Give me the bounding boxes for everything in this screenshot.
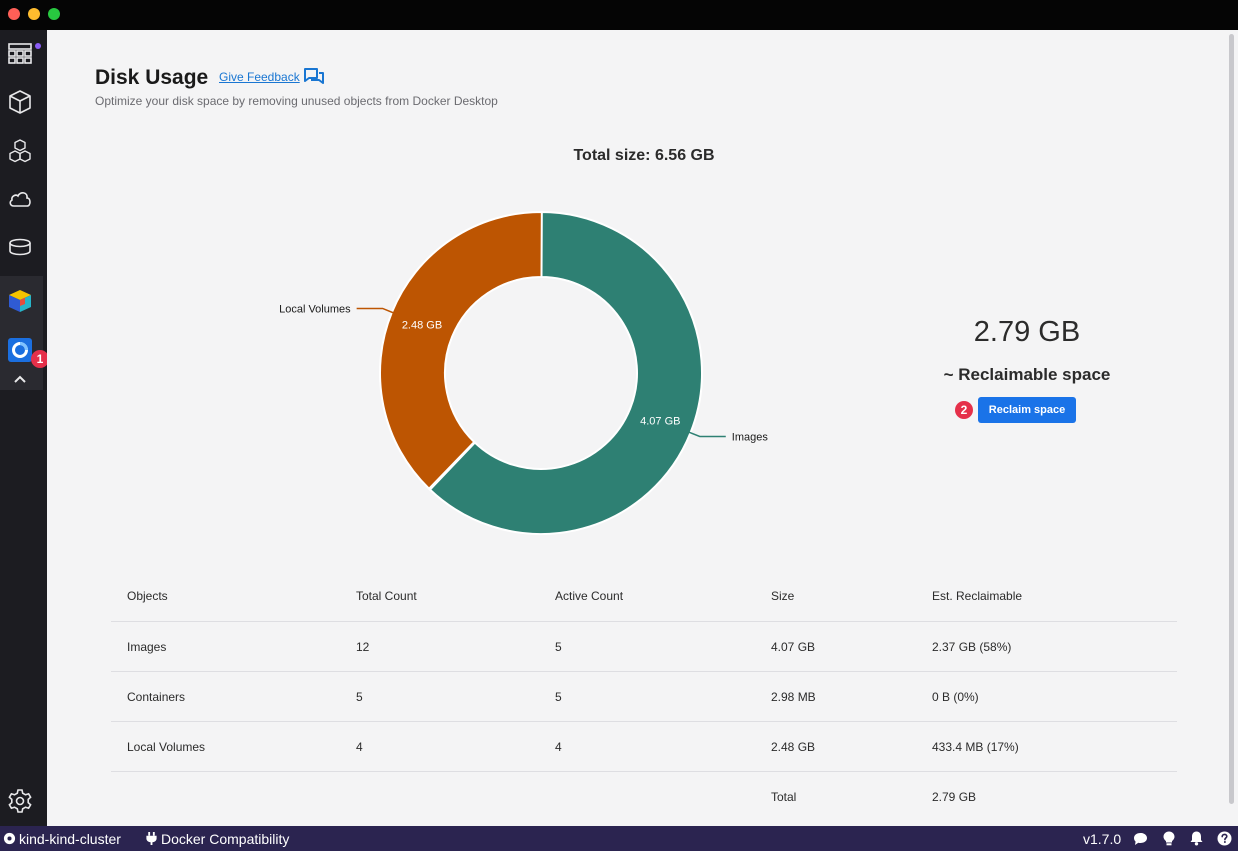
version-label: v1.7.0	[1083, 830, 1122, 847]
lightbulb-icon[interactable]	[1163, 826, 1175, 851]
reclaimable-amount: 2.79 GB	[973, 316, 1081, 348]
cell-object: Local Volumes	[127, 739, 206, 754]
table-row: Local Volumes 4 4 2.48 GB 433.4 MB (17%)	[111, 722, 1177, 772]
column-header-total-count: Total Count	[356, 588, 417, 603]
containers-icon[interactable]	[5, 87, 35, 117]
table-row: Containers 5 5 2.98 MB 0 B (0%)	[111, 672, 1177, 722]
cell-active-count: 5	[555, 639, 562, 654]
minimize-window-button[interactable]	[28, 8, 40, 20]
table-row: Images 12 5 4.07 GB 2.37 GB (58%)	[111, 622, 1177, 672]
chart-title: Total size: 6.56 GB	[573, 147, 715, 164]
give-feedback-link[interactable]: Give Feedback	[219, 70, 300, 84]
column-header-size: Size	[771, 588, 795, 603]
kubernetes-context[interactable]: kind-kind-cluster	[3, 826, 121, 851]
cell-active-count: 5	[555, 689, 562, 704]
title-bar	[0, 0, 1238, 30]
cell-total-count: 5	[356, 689, 363, 704]
donut-leader-line	[686, 430, 726, 438]
kubernetes-context-label: kind-kind-cluster	[19, 830, 121, 847]
cell-object: Containers	[127, 689, 186, 704]
docker-compatibility[interactable]: Docker Compatibility	[146, 826, 289, 851]
cell-size: 2.98 MB	[771, 689, 816, 704]
donut-value-label: 2.48 GB	[402, 320, 442, 332]
images-icon[interactable]	[5, 136, 35, 166]
volumes-icon[interactable]	[5, 232, 35, 262]
chat-icon[interactable]	[1133, 826, 1148, 851]
donut-slice-local-volumes[interactable]	[379, 211, 543, 491]
cell-total-count: 12	[356, 639, 370, 654]
disk-usage-donut-chart: 4.07 GB Images 2.48 GB Local Volumes	[279, 210, 769, 535]
plug-icon	[146, 832, 157, 845]
cell-active-count: 4	[555, 739, 562, 754]
docker-compatibility-label: Docker Compatibility	[161, 830, 290, 847]
notifications-bell-icon[interactable]	[1190, 826, 1203, 851]
total-value: 2.79 GB	[932, 790, 977, 804]
sidebar: 1	[0, 30, 49, 826]
cell-size: 4.07 GB	[771, 639, 816, 654]
cell-est-reclaimable: 0 B (0%)	[932, 689, 979, 704]
collapse-chevron-icon[interactable]	[5, 364, 35, 394]
disk-usage-table: Objects Total Count Active Count Size Es…	[111, 570, 1177, 822]
status-bar: kind-kind-cluster Docker Compatibility v…	[0, 826, 1238, 851]
settings-icon[interactable]	[5, 786, 35, 816]
help-icon[interactable]	[1217, 826, 1232, 851]
cloud-icon[interactable]	[5, 184, 35, 214]
column-header-est-reclaimable: Est. Reclaimable	[932, 588, 1023, 603]
dashboard-icon[interactable]	[5, 38, 35, 68]
reclaimable-label: ~ Reclaimable space	[943, 365, 1111, 384]
cell-total-count: 4	[356, 739, 363, 754]
reclaim-space-button[interactable]: Reclaim space	[978, 397, 1076, 423]
column-header-objects: Objects	[127, 588, 168, 603]
column-header-active-count: Active Count	[555, 588, 624, 603]
page-subtitle: Optimize your disk space by removing unu…	[95, 94, 498, 108]
table-total-row: Total 2.79 GB	[111, 772, 1177, 822]
cell-est-reclaimable: 2.37 GB (58%)	[932, 639, 1012, 654]
donut-leader-line	[356, 307, 396, 315]
donut-value-label: 4.07 GB	[640, 416, 680, 428]
notification-dot	[35, 43, 41, 49]
feedback-chat-icon[interactable]	[304, 68, 324, 86]
extension-cube-icon[interactable]	[5, 286, 35, 316]
main-content: Disk Usage Give Feedback Optimize your d…	[47, 30, 1238, 826]
zoom-window-button[interactable]	[48, 8, 60, 20]
cell-object: Images	[127, 639, 167, 654]
total-label: Total	[771, 790, 797, 804]
table-header-row: Objects Total Count Active Count Size Es…	[111, 570, 1177, 622]
cell-est-reclaimable: 433.4 MB (17%)	[932, 739, 1019, 754]
donut-series-label: Images	[732, 431, 769, 443]
donut-series-label: Local Volumes	[279, 303, 351, 315]
badge-2: 2	[955, 401, 973, 419]
close-window-button[interactable]	[8, 8, 20, 20]
cell-size: 2.48 GB	[771, 739, 816, 754]
page-title: Disk Usage	[95, 66, 209, 89]
kubernetes-icon	[3, 832, 16, 845]
